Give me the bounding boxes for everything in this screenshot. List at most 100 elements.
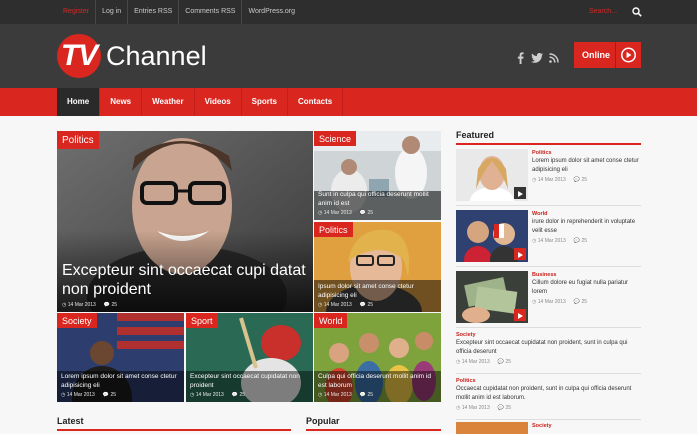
featured-thumb[interactable] xyxy=(456,271,528,323)
search-input[interactable]: Search... xyxy=(589,3,617,21)
nav-contacts[interactable]: Contacts xyxy=(288,88,344,116)
science-story-title[interactable]: Sunt in culpa qui officia deserunt molli… xyxy=(318,190,437,208)
featured-date: ◷ 14 Mar 2013 xyxy=(456,359,490,365)
logo-text[interactable]: Channel xyxy=(106,40,207,72)
sport-story-comments: 💬 25 xyxy=(231,392,246,398)
science-story-tile[interactable]: Science Sunt in culpa qui officia deseru… xyxy=(314,131,441,220)
featured-thumb[interactable] xyxy=(456,210,528,262)
sport-story-category[interactable]: Sport xyxy=(186,313,218,328)
divider xyxy=(456,373,641,374)
world-story-category[interactable]: World xyxy=(314,313,348,328)
top-links: Register Log in Entries RSS Comments RSS… xyxy=(57,0,301,24)
featured-comments: 💬 25 xyxy=(497,405,512,411)
divider xyxy=(456,266,641,267)
science-story-comments: 💬 25 xyxy=(359,210,374,216)
main-story-category[interactable]: Politics xyxy=(57,131,99,149)
play-icon[interactable] xyxy=(514,309,526,321)
header: TV Channel Online xyxy=(0,24,697,88)
wordpress-link[interactable]: WordPress.org xyxy=(242,0,301,24)
featured-date: ◷ 14 Mar 2013 xyxy=(532,299,566,305)
featured-date: ◷ 14 Mar 2013 xyxy=(532,177,566,183)
featured-title[interactable]: irure dolor in reprehenderit in voluptat… xyxy=(532,218,641,236)
main-nav: Home News Weather Videos Sports Contacts xyxy=(0,88,697,116)
politics-story-date: ◷ 14 Mar 2013 xyxy=(318,302,352,308)
world-story-date: ◷ 14 Mar 2013 xyxy=(318,392,352,398)
featured-underline xyxy=(456,143,641,145)
featured-item[interactable]: Business Cillum dolore eu fugiat nulla p… xyxy=(456,271,641,329)
play-circle-icon xyxy=(615,42,636,68)
featured-title[interactable]: Occaecat cupidatat non proident, sunt in… xyxy=(456,385,641,403)
politics-story-tile[interactable]: Politics Ipsum dolor sit amet conse ctet… xyxy=(314,222,441,312)
nav-weather[interactable]: Weather xyxy=(142,88,195,116)
featured-thumb[interactable] xyxy=(456,149,528,201)
sport-story-date: ◷ 14 Mar 2013 xyxy=(190,392,224,398)
logo-mark[interactable]: TV xyxy=(57,34,101,78)
politics-story-comments: 💬 25 xyxy=(359,302,374,308)
search-icon[interactable] xyxy=(632,7,642,17)
featured-title[interactable]: Lorem ipsum dolor sit amet conse ctetur … xyxy=(532,157,641,175)
featured-title[interactable]: Cillum dolore eu fugiat nulla pariatur l… xyxy=(532,279,641,297)
divider xyxy=(456,419,641,420)
featured-comments: 💬 25 xyxy=(573,299,588,305)
politics-story-category[interactable]: Politics xyxy=(314,222,353,237)
nav-sports[interactable]: Sports xyxy=(242,88,288,116)
comments-rss-link[interactable]: Comments RSS xyxy=(179,0,243,24)
featured-thumb[interactable] xyxy=(456,422,528,434)
politics-story-title[interactable]: Ipsum dolor sit amet conse ctetur adipis… xyxy=(318,282,437,300)
play-icon[interactable] xyxy=(514,248,526,260)
divider xyxy=(456,327,641,328)
play-icon[interactable] xyxy=(514,187,526,199)
society-story-tile[interactable]: Society Lorem ipsum dolor sit amet conse… xyxy=(57,313,184,402)
world-story-tile[interactable]: World Culpa qui officia deserunt mollit … xyxy=(314,313,441,402)
featured-title[interactable]: Excepteur sint occaecat cupidatat non pr… xyxy=(456,339,641,357)
main-story-date: ◷ 14 Mar 2013 xyxy=(62,302,96,308)
society-story-title[interactable]: Lorem ipsum dolor sit amet conse ctetur … xyxy=(61,372,180,390)
nav-videos[interactable]: Videos xyxy=(195,88,242,116)
featured-comments: 💬 25 xyxy=(573,177,588,183)
nav-home[interactable]: Home xyxy=(57,88,101,116)
featured-comments: 💬 25 xyxy=(497,359,512,365)
featured-category[interactable]: Society xyxy=(532,422,641,430)
popular-underline xyxy=(306,429,441,431)
science-story-category[interactable]: Science xyxy=(314,131,357,146)
facebook-icon[interactable] xyxy=(517,52,524,64)
society-story-category[interactable]: Society xyxy=(57,313,97,328)
society-story-comments: 💬 25 xyxy=(102,392,117,398)
featured-text-item[interactable]: Society xyxy=(532,422,641,430)
register-link[interactable]: Register xyxy=(57,0,97,24)
sport-story-title[interactable]: Excepteur sint occaecat cupidatat non pr… xyxy=(190,372,309,390)
main-story-title[interactable]: Excepteur sint occaecat cupi datat non p… xyxy=(62,261,309,299)
rss-icon[interactable] xyxy=(549,53,559,63)
featured-item[interactable]: World irure dolor in reprehenderit in vo… xyxy=(456,210,641,268)
featured-comments: 💬 25 xyxy=(573,238,588,244)
featured-category[interactable]: Politics xyxy=(456,377,641,385)
world-story-title[interactable]: Culpa qui officia deserunt mollit anim i… xyxy=(318,372,437,390)
login-link[interactable]: Log in xyxy=(96,0,129,24)
world-story-comments: 💬 25 xyxy=(359,392,374,398)
featured-category[interactable]: Politics xyxy=(532,149,641,157)
top-bar: Register Log in Entries RSS Comments RSS… xyxy=(0,0,697,24)
featured-category[interactable]: Business xyxy=(532,271,641,279)
featured-item[interactable]: Politics Lorem ipsum dolor sit amet cons… xyxy=(456,149,641,207)
nav-news[interactable]: News xyxy=(100,88,143,116)
popular-heading: Popular xyxy=(306,416,340,426)
online-button[interactable]: Online xyxy=(574,42,641,68)
entries-rss-link[interactable]: Entries RSS xyxy=(128,0,180,24)
latest-heading: Latest xyxy=(57,416,84,426)
main-story-tile[interactable]: Politics Excepteur sint occaecat cupi da… xyxy=(57,131,313,312)
online-label: Online xyxy=(582,50,611,60)
science-story-date: ◷ 14 Mar 2013 xyxy=(318,210,352,216)
latest-underline xyxy=(57,429,291,431)
twitter-icon[interactable] xyxy=(531,53,543,63)
featured-category[interactable]: World xyxy=(532,210,641,218)
sport-story-tile[interactable]: Sport Excepteur sint occaecat cupidatat … xyxy=(186,313,313,402)
featured-date: ◷ 14 Mar 2013 xyxy=(532,238,566,244)
featured-text-item[interactable]: Politics Occaecat cupidatat non proident… xyxy=(456,377,641,413)
search-box[interactable]: Search... xyxy=(585,3,642,21)
featured-heading: Featured xyxy=(456,130,495,140)
featured-text-item[interactable]: Society Excepteur sint occaecat cupidata… xyxy=(456,331,641,367)
divider xyxy=(456,205,641,206)
main-story-comments: 💬 25 xyxy=(103,302,118,308)
featured-date: ◷ 14 Mar 2013 xyxy=(456,405,490,411)
featured-category[interactable]: Society xyxy=(456,331,641,339)
